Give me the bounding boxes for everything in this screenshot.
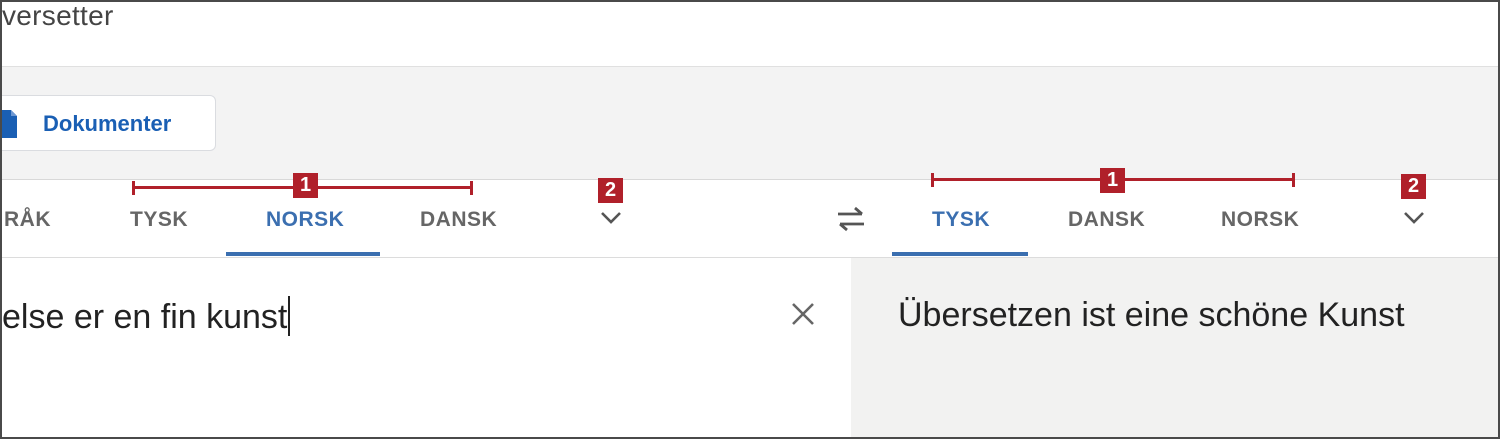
source-text-input[interactable]: else er en fin kunst [2,296,291,337]
annotation-badge-1-target: 1 [1100,168,1125,193]
close-icon[interactable] [789,300,817,328]
source-tab-german[interactable]: TYSK [130,208,188,232]
annotation-badge-2-target: 2 [1401,174,1426,199]
translation-text: Übersetzen ist eine schöne Kunst [898,296,1405,334]
target-tab-danish[interactable]: DANSK [1068,208,1145,232]
document-icon [2,110,17,138]
source-tab-detect[interactable]: RÅK [4,208,51,232]
swap-languages-icon[interactable] [834,205,868,233]
app-title: versetter [2,0,114,31]
source-active-tab-indicator [226,252,380,256]
toolbar-strip [2,67,1498,180]
chevron-down-icon[interactable] [598,208,624,228]
target-tab-german[interactable]: TYSK [932,208,990,232]
text-caret [288,296,291,336]
annotation-badge-2: 2 [598,178,623,203]
app-window: versetter Dokumenter RÅK TYSK NORSK DANS… [0,0,1500,439]
documents-button[interactable]: Dokumenter [2,95,216,151]
header-bar: versetter [2,2,1498,67]
source-text-area[interactable] [2,258,851,437]
documents-button-label: Dokumenter [43,111,172,136]
source-text-value: else er en fin kunst [2,298,288,336]
translation-output-area [851,258,1498,437]
chevron-down-icon[interactable] [1401,208,1427,228]
target-tab-norwegian[interactable]: NORSK [1221,208,1299,232]
source-tab-norwegian[interactable]: NORSK [266,208,344,232]
source-tab-danish[interactable]: DANSK [420,208,497,232]
annotation-badge-1: 1 [293,173,318,198]
target-active-tab-indicator [892,252,1028,256]
